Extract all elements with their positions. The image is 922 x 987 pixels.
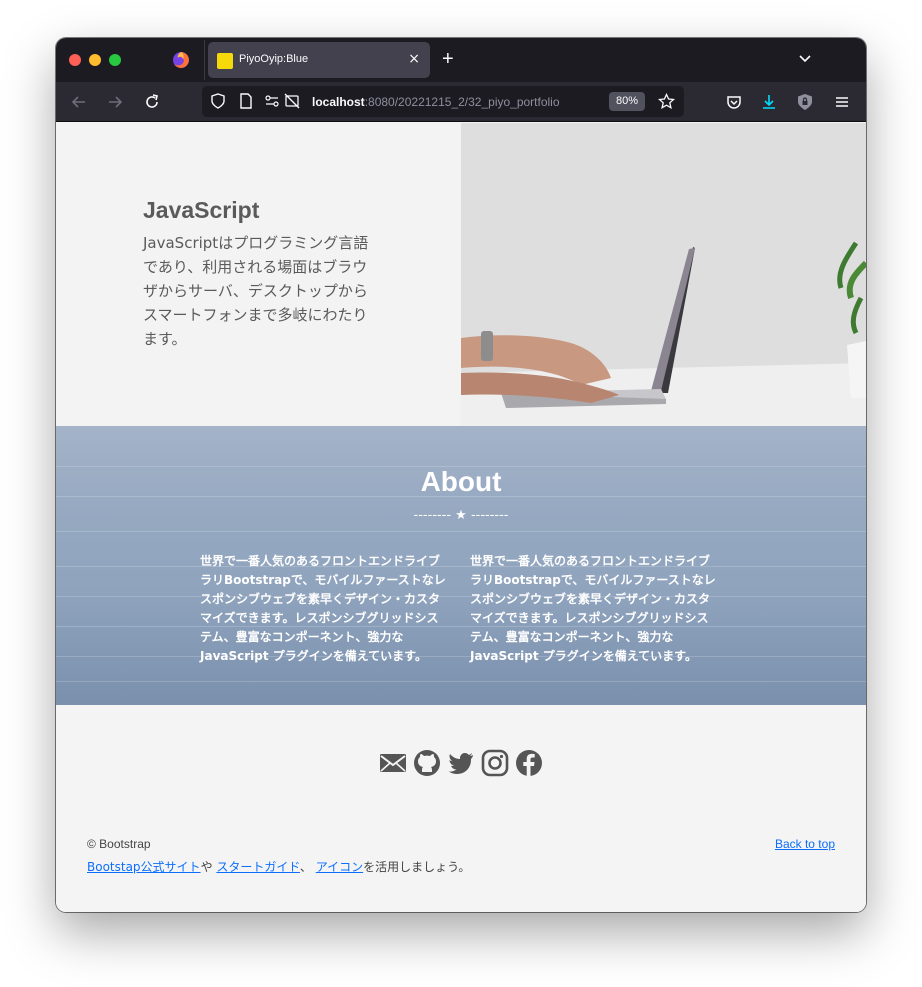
about-title: About xyxy=(420,466,502,497)
url-host: localhost xyxy=(312,95,365,109)
downloads-icon[interactable] xyxy=(760,93,778,111)
insecure-connection-icon[interactable] xyxy=(284,93,300,109)
page-content: JavaScript JavaScriptはプログラミング言語であり、利用される… xyxy=(56,123,866,912)
firefox-icon[interactable] xyxy=(172,51,190,69)
url-text[interactable]: localhost:8080/20221215_2/32_piyo_portfo… xyxy=(312,95,597,109)
hero-title: JavaScript xyxy=(143,197,260,223)
footer-closing-text: を活用しましょう。 xyxy=(363,860,471,874)
pocket-icon[interactable] xyxy=(725,93,743,111)
url-path: :8080/20221215_2/32_piyo_portfolio xyxy=(364,95,560,109)
about-divider-star: -------- ★ -------- xyxy=(413,508,509,523)
close-window-button[interactable] xyxy=(69,54,81,66)
active-tab[interactable]: PiyoOyip:Blue × xyxy=(208,42,430,78)
footer-links-text: Bootstap公式サイトや スタートガイド、 アイコンを活用しましょう。 xyxy=(87,858,470,875)
shield-icon[interactable] xyxy=(210,93,226,109)
copyright-text: © Bootstrap xyxy=(87,837,151,851)
site-favicon-icon xyxy=(217,53,233,69)
about-text-right: 世界で一番人気のあるフロントエンドライブラリBootstrapで、モバイルファー… xyxy=(470,554,716,663)
tab-strip: PiyoOyip:Blue × + xyxy=(56,38,866,82)
footer-connector-ya: や xyxy=(200,860,217,874)
minimize-window-button[interactable] xyxy=(89,54,101,66)
instagram-icon[interactable] xyxy=(481,749,509,777)
bookmark-star-icon[interactable] xyxy=(658,93,675,110)
zoom-level-badge[interactable]: 80% xyxy=(609,92,646,111)
envelope-icon[interactable] xyxy=(379,749,407,777)
list-all-tabs-chevron-icon[interactable] xyxy=(798,52,812,66)
url-bar[interactable]: localhost:8080/20221215_2/32_piyo_portfo… xyxy=(202,86,684,117)
back-to-top-link[interactable]: Back to top xyxy=(775,837,835,851)
facebook-icon[interactable] xyxy=(515,749,543,777)
icons-link[interactable]: アイコン xyxy=(316,860,363,874)
back-arrow-icon[interactable] xyxy=(70,93,88,111)
footer: © Bootstrap Bootstap公式サイトや スタートガイド、 アイコン… xyxy=(56,705,866,912)
about-text-left: 世界で一番人気のあるフロントエンドライブラリBootstrapで、モバイルファー… xyxy=(200,554,446,663)
hero-text-panel: JavaScript JavaScriptはプログラミング言語であり、利用される… xyxy=(56,123,461,426)
new-tab-button[interactable]: + xyxy=(442,48,454,70)
about-section: About -------- ★ -------- 世界で一番人気のあるフロント… xyxy=(56,426,866,705)
reload-icon[interactable] xyxy=(143,93,161,111)
tab-separator xyxy=(204,40,205,80)
twitter-icon[interactable] xyxy=(447,749,475,777)
extension-shield-icon[interactable] xyxy=(796,93,814,111)
laptop-photo xyxy=(461,123,866,426)
maximize-window-button[interactable] xyxy=(109,54,121,66)
navigation-toolbar: localhost:8080/20221215_2/32_piyo_portfo… xyxy=(56,82,866,122)
menu-hamburger-icon[interactable] xyxy=(833,93,851,111)
footer-connector-comma: 、 xyxy=(299,860,316,874)
forward-arrow-icon[interactable] xyxy=(106,93,124,111)
start-guide-link[interactable]: スタートガイド xyxy=(216,860,300,874)
tab-close-button[interactable]: × xyxy=(408,51,420,67)
hero-description: JavaScriptはプログラミング言語であり、利用される場面はブラウザからサー… xyxy=(143,234,369,348)
page-icon xyxy=(240,93,252,109)
tab-title: PiyoOyip:Blue xyxy=(239,53,309,65)
github-icon[interactable] xyxy=(413,749,441,777)
bootstrap-official-site-link[interactable]: Bootstap公式サイト xyxy=(87,860,201,874)
permissions-icon[interactable] xyxy=(264,93,280,109)
laptop-illustration xyxy=(461,123,866,426)
browser-window: PiyoOyip:Blue × + localhost:8080/2022121… xyxy=(56,38,866,912)
